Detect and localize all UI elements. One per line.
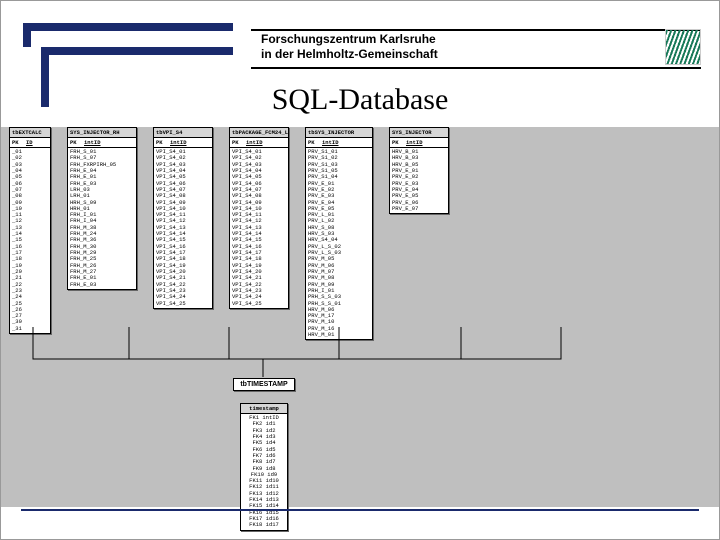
table-header: tbEXTCALC [10, 128, 50, 138]
entity-table: SYS_INJECTOR_RHPKintIDFRH_S_01FRH_S_07FR… [67, 127, 137, 290]
column-name: VPI_S4_25 [156, 301, 210, 307]
table-header: SYS_INJECTOR [390, 128, 448, 138]
column-list: PRV_S1_01PRV_S1_02PRV_S1_03PRV_S1_05PRV_… [306, 148, 372, 339]
pk-row: PKintID [306, 138, 372, 148]
pk-row: PKintID [390, 138, 448, 148]
pk-row: PKintID [230, 138, 288, 148]
table-header: tbPACKAGE_FCM24_L1_PRESSURE [230, 128, 288, 138]
fk-row: FK18 id17 [243, 522, 285, 528]
institution-logo [665, 29, 701, 65]
entity-table: SYS_INJECTORPKintIDHRV_B_01HRV_B_03HRV_B… [389, 127, 449, 214]
pk-row: PKintID [154, 138, 212, 148]
column-list: VPI_S4_01VPI_S4_02VPI_S4_03VPI_S4_04VPI_… [230, 148, 288, 308]
table-header: tbVPI_S4 [154, 128, 212, 138]
column-name: PRV_E_07 [392, 206, 446, 212]
table-header: SYS_INJECTOR_RH [68, 128, 136, 138]
entity-table: tbEXTCALCPKID_01_02_03_04_05_06_07_08_09… [9, 127, 51, 334]
column-name: _31 [12, 326, 48, 332]
column-list: FRH_S_01FRH_S_07FRH_FXRPIRH_05FRH_E_04FR… [68, 148, 136, 289]
pk-row: PKintID [68, 138, 136, 148]
timestamp-table: timestampFK1 intIDFK2 id1FK3 id2FK4 id3F… [240, 403, 288, 531]
table-header: timestamp [241, 404, 287, 414]
er-diagram: tbEXTCALCPKID_01_02_03_04_05_06_07_08_09… [1, 127, 719, 507]
column-list: HRV_B_01HRV_B_03HRV_B_05PRV_E_01PRV_E_02… [390, 148, 448, 213]
entity-table: tbPACKAGE_FCM24_L1_PRESSUREPKintIDVPI_S4… [229, 127, 289, 309]
column-list: FK1 intIDFK2 id1FK3 id2FK4 id3FK5 id4FK6… [241, 414, 287, 530]
header-rule-bottom [251, 67, 701, 69]
pk-row: PKID [10, 138, 50, 148]
table-header: tbSYS_INJECTOR [306, 128, 372, 138]
entity-table: tbSYS_INJECTORPKintIDPRV_S1_01PRV_S1_02P… [305, 127, 373, 340]
header-line2: in der Helmholtz-Gemeinschaft [261, 47, 438, 62]
column-name: HRV_M_01 [308, 332, 370, 338]
slide-title: SQL-Database [1, 83, 719, 117]
column-list: _01_02_03_04_05_06_07_08_09_10_11_12_13_… [10, 148, 50, 333]
column-name: VPI_S4_25 [232, 301, 286, 307]
header-line1: Forschungszentrum Karlsruhe [261, 32, 438, 47]
header-rule-top [251, 29, 701, 31]
timestamp-area: tbTIMESTAMP timestampFK1 intIDFK2 id1FK3… [219, 373, 309, 531]
entity-table: tbVPI_S4PKintIDVPI_S4_01VPI_S4_02VPI_S4_… [153, 127, 213, 309]
entity-tables-row: tbEXTCALCPKID_01_02_03_04_05_06_07_08_09… [1, 127, 719, 347]
header-text: Forschungszentrum Karlsruhe in der Helmh… [261, 32, 438, 62]
column-list: VPI_S4_01VPI_S4_02VPI_S4_03VPI_S4_04VPI_… [154, 148, 212, 308]
timestamp-label: tbTIMESTAMP [233, 378, 294, 391]
bottom-rule [21, 509, 699, 511]
column-name: FRH_E_03 [70, 282, 134, 288]
header: Forschungszentrum Karlsruhe in der Helmh… [1, 29, 719, 69]
